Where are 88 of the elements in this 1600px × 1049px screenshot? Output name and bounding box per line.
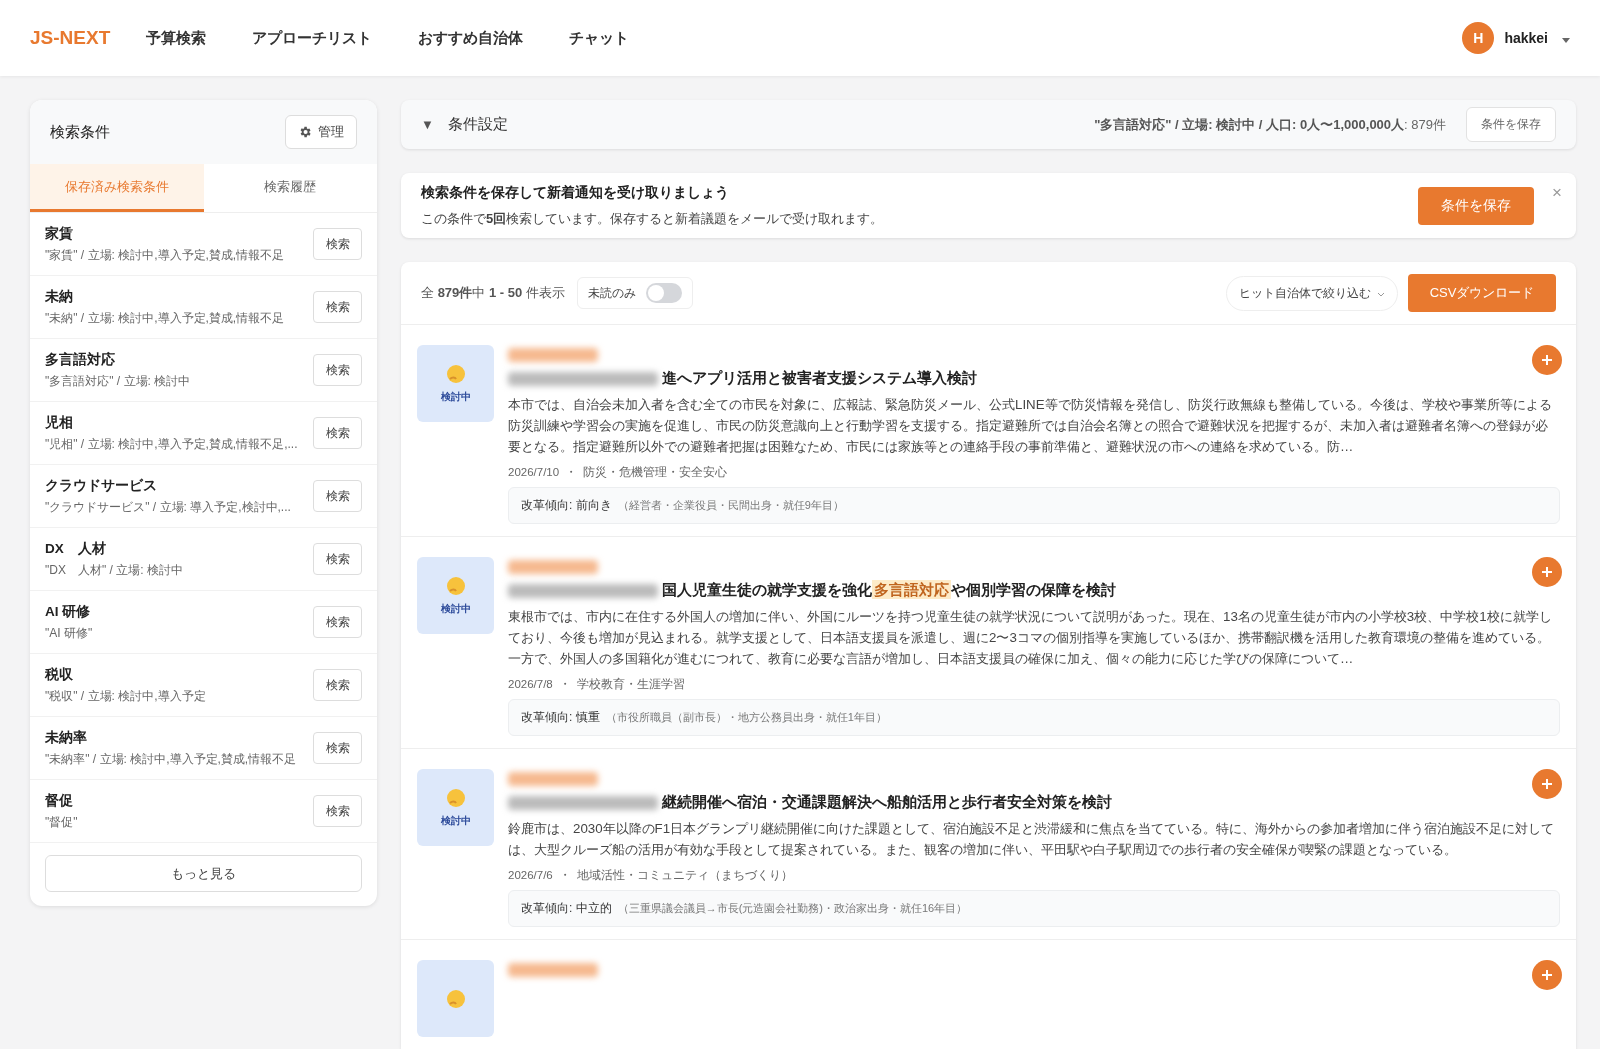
reform-label: 改革傾向: 慎重 [521,710,600,724]
nav-link[interactable]: チャット [555,20,644,56]
save-conditions-button[interactable]: 条件を保存 [1466,107,1556,143]
caret-icon[interactable] [1562,38,1570,43]
thinking-emoji-icon [445,575,466,596]
reform-detail: （市役所職員（副市長）・地方公務員出身・就任1年目） [605,711,887,723]
result-summary: 鈴鹿市は、2030年以降のF1日本グランプリ継続開催に向けた課題として、宿泊施設不足と渋滞緩和に焦点を当てている。特に、海外からの参加者増加に伴う宿泊施設不足に対しては、大型クルーズ船の活用が有効な手段として提案されている。また、観客の増加に伴い、平田駅や白子駅周辺での歩行者の安全確保が喫緊の課題となっている。 [508,820,1556,859]
status-label: 検討中 [440,813,471,828]
tab[interactable]: 検索履歴 [203,164,377,212]
separator-dot: ・ [558,869,571,881]
unread-label: 未読のみ [587,284,636,302]
search-button[interactable]: 検索 [313,480,362,512]
result-title[interactable]: 継続開催へ宿泊・交通課題解決へ船舶活用と歩行者安全対策を検討 [508,793,1530,812]
conditions-title: 条件設定 [447,115,508,135]
chevron-icon [1377,292,1385,297]
nav-link[interactable]: 予算検索 [132,20,221,56]
result-title[interactable]: 進へアプリ活用と被害者支援システム導入検討 [508,369,1530,388]
result-title[interactable]: 国人児童生徒の就学支援を強化多言語対応や個別学習の保障を検討 [508,581,1530,600]
saved-search-detail: "未納率" / 立場: 検討中,導入予定,賛成,情報不足 [45,750,297,768]
nav-link[interactable]: おすすめ自治体 [404,20,538,56]
saved-search-name[interactable]: 児相 [45,413,298,432]
sidebar-title: 検索条件 [50,122,110,142]
saved-search-name[interactable]: 税収 [45,665,206,684]
add-button[interactable] [1532,345,1562,375]
saved-search-name[interactable]: 未納 [45,287,285,306]
separator-dot: ・ [558,678,571,690]
status-label: 検討中 [440,389,471,404]
add-button[interactable] [1532,960,1562,990]
plus-icon [1541,566,1553,578]
saved-search-name[interactable]: 督促 [45,791,78,810]
search-button[interactable]: 検索 [313,291,362,323]
add-button[interactable] [1532,769,1562,799]
settings-icon [298,125,312,139]
result-count: 全 879件中 1 - 50 件表示 [421,284,565,302]
saved-search-name[interactable]: クラウドサービス [45,476,291,495]
saved-search-detail: "督促" [45,813,78,831]
saved-search-detail: "家賃" / 立場: 検討中,導入予定,賛成,情報不足 [45,246,285,264]
more-button[interactable]: もっと見る [45,855,362,892]
result-summary: 東根市では、市内に在住する外国人の増加に伴い、外国にルーツを持つ児童生徒の就学状況について説明があった。現在、13名の児童生徒が市内の小学校3校、中学校1校に就学しており、今後も増加が見込まれる。就学支援として、日本語支援員を派遣し、週に2〜3コマの個別指導を実施しているほか、携帯翻訳機を活用した教育環境の整備を進めている。一方で、外国人の多国籍化が進むにつれて、教育に必要な言語が増加し、日本語支援員の確保に加え、個々の能力に応じた学びの保障について… [508,608,1553,668]
status-label: 検討中 [440,601,471,616]
plus-icon [1541,354,1553,366]
search-button[interactable]: 検索 [313,543,362,575]
search-button[interactable]: 検索 [313,669,362,701]
unread-toggle[interactable] [645,283,682,303]
collapse-toggle[interactable]: ▼ [421,117,434,133]
reform-detail: （三重県議会議員→市長(元造園会社勤務)・政治家出身・就任16年目） [617,902,968,914]
saved-search-detail: "クラウドサービス" / 立場: 導入予定,検討中,... [45,498,291,516]
separator-dot: ・ [565,466,578,478]
saved-search-name[interactable]: DX 人材 [45,539,183,558]
reform-label: 改革傾向: 中立的 [521,901,612,915]
reform-detail: （経営者・企業役員・民間出身・就任9年目） [617,499,844,511]
result-category: 防災・危機管理・安全安心 [583,466,728,478]
result-date: 2026/7/10 [508,466,560,478]
nav-link[interactable]: アプローチリスト [238,20,387,56]
search-button[interactable]: 検索 [313,417,362,449]
search-button[interactable]: 検索 [313,795,362,827]
user-name[interactable]: hakkei [1504,30,1548,46]
saved-search-name[interactable]: 未納率 [45,728,297,747]
saved-search-detail: "DX 人材" / 立場: 検討中 [45,561,183,579]
conditions-summary: "多言語対応" / 立場: 検討中 / 人口: 0人〜1,000,000人: 879件 [1094,115,1446,134]
search-button[interactable]: 検索 [313,354,362,386]
banner-text: この条件で5回検索しています。保存すると新着議題をメールで受け取れます。 [421,209,885,228]
saved-search-detail: "税収" / 立場: 検討中,導入予定 [45,687,206,705]
plus-icon [1541,969,1553,981]
add-button[interactable] [1532,557,1562,587]
result-summary: 本市では、自治会未加入者を含む全ての市民を対象に、広報誌、緊急防災メール、公式LINE等で防災情報を発信し、防災行政無線も整備している。今後は、学校や事業所等による防災訓練や学習会の実施を促進し、市民の防災意識向上と行動学習を支援する。指定避難所では自治会名簿との照合で避難状況を把握するが、未加入者は避難者名簿への登録が必要となる。指定避難所以外での避難者把握は困難なため、市民には家族等との連絡手段の事前準備と、避難状況の市への連絡を求めている。防… [508,396,1553,456]
saved-search-name[interactable]: 多言語対応 [45,350,191,369]
saved-search-detail: "AI 研修" [45,624,93,642]
result-date: 2026/7/8 [508,678,553,690]
search-button[interactable]: 検索 [313,228,362,260]
result-category: 地域活性・コミュニティ（まちづくり） [576,869,793,881]
banner-title: 検索条件を保存して新着通知を受け取りましょう [421,183,730,202]
thinking-emoji-icon [445,787,466,808]
filter-dropdown[interactable]: ヒット自治体で絞り込む [1226,275,1398,311]
search-button[interactable]: 検索 [313,606,362,638]
thinking-emoji-icon [445,988,466,1009]
manage-button[interactable]: 管理 [285,115,357,149]
saved-search-detail: "多言語対応" / 立場: 検討中 [45,372,191,390]
search-button[interactable]: 検索 [313,732,362,764]
thinking-emoji-icon [445,363,466,384]
saved-search-detail: "児相" / 立場: 検討中,導入予定,賛成,情報不足,... [45,435,298,453]
plus-icon [1541,778,1553,790]
result-date: 2026/7/6 [508,869,553,881]
saved-search-detail: "未納" / 立場: 検討中,導入予定,賛成,情報不足 [45,309,285,327]
reform-label: 改革傾向: 前向き [521,498,612,512]
saved-search-name[interactable]: 家賃 [45,224,285,243]
result-category: 学校教育・生涯学習 [576,678,685,690]
saved-search-name[interactable]: AI 研修 [45,602,93,621]
